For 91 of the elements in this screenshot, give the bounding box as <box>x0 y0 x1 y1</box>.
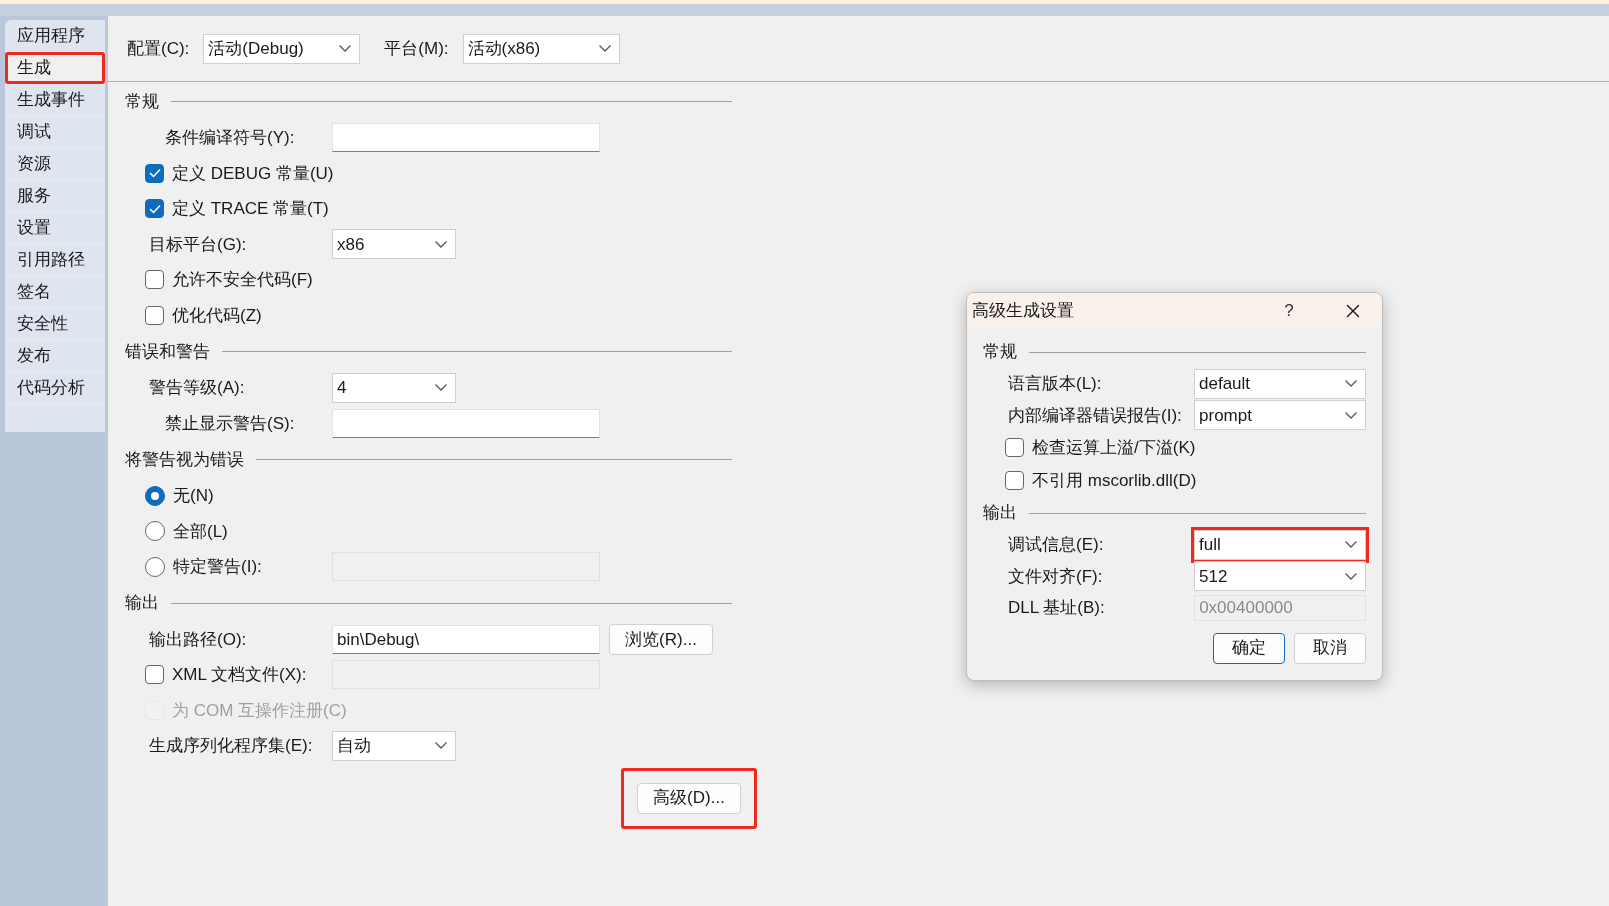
dropdown[interactable]: default <box>1194 368 1366 399</box>
field-label: 定义 TRACE 常量(T) <box>172 198 329 220</box>
field-label: 内部编译器错误报告(I): <box>1008 405 1182 425</box>
dropdown[interactable]: prompt <box>1194 400 1366 431</box>
help-button[interactable]: ? <box>1274 297 1304 324</box>
field-label: 为 COM 互操作注册(C) <box>172 699 347 722</box>
dropdown-value: default <box>1199 373 1251 395</box>
radio-button[interactable] <box>145 556 165 577</box>
sidebar-tab[interactable]: 安全性 <box>5 308 105 340</box>
field-label: DLL 基址(B): <box>1008 598 1105 617</box>
field-label: 配置(C): <box>127 37 190 60</box>
field-label: 目标平台(G): <box>149 234 247 254</box>
dropdown[interactable]: 活动(x86) <box>462 33 620 64</box>
chevron-down-icon <box>598 45 611 52</box>
field-label: 文件对齐(F): <box>1008 566 1103 586</box>
chevron-down-icon <box>1345 541 1357 549</box>
chevron-down-icon <box>1345 411 1357 419</box>
radio-button[interactable] <box>145 485 165 506</box>
sidebar-tab[interactable]: 生成事件 <box>5 84 105 116</box>
field-label: 输出路径(O): <box>149 629 247 649</box>
sidebar-tab[interactable]: 调试 <box>5 116 105 148</box>
dropdown[interactable]: 自动 <box>332 730 456 761</box>
dropdown-value: full <box>1199 534 1221 556</box>
sidebar-tab[interactable]: 服务 <box>5 180 105 212</box>
sidebar-tab[interactable]: 引用路径 <box>5 244 105 276</box>
section-heading: 错误和警告 <box>125 340 210 363</box>
checkbox[interactable] <box>145 305 164 325</box>
field-value: bin\Debug\ <box>337 628 420 651</box>
sidebar-tab[interactable]: 生成 <box>5 52 105 84</box>
field-label: 语言版本(L): <box>1008 374 1102 393</box>
dropdown-value: 活动(x86) <box>467 37 541 60</box>
radio-button[interactable] <box>145 521 165 542</box>
checkbox[interactable] <box>1005 471 1024 490</box>
checkbox[interactable] <box>145 270 164 290</box>
dropdown-value: x86 <box>337 233 365 256</box>
chevron-down-icon <box>435 742 447 750</box>
browse-button[interactable]: 浏览(R)... <box>609 623 713 655</box>
field-label: 警告等级(A): <box>149 378 245 397</box>
field-label: 平台(M): <box>384 37 449 60</box>
field-label: 禁止显示警告(S): <box>165 413 295 433</box>
chevron-down-icon <box>1345 380 1357 388</box>
checkbox[interactable] <box>145 665 164 685</box>
dialog-button[interactable]: 确定 <box>1213 632 1285 664</box>
dropdown[interactable]: 512 <box>1194 561 1366 592</box>
dropdown[interactable]: full <box>1194 529 1366 560</box>
field-label: 无(N) <box>173 485 214 507</box>
field-value: 0x00400000 <box>1199 597 1293 619</box>
sidebar-tab[interactable]: 发布 <box>5 340 105 372</box>
section-heading: 将警告视为错误 <box>125 448 244 471</box>
dialog-button[interactable]: 取消 <box>1294 632 1366 664</box>
text-field[interactable] <box>332 123 600 153</box>
sidebar-tab[interactable]: 签名 <box>5 276 105 308</box>
checkbox[interactable] <box>1005 438 1024 457</box>
field-label: 检查运算上溢/下溢(K) <box>1032 436 1196 459</box>
checkbox[interactable] <box>145 199 164 219</box>
field-label: 条件编译符号(Y): <box>165 128 295 147</box>
section-heading: 输出 <box>125 592 159 615</box>
field-label: 生成序列化程序集(E): <box>149 736 313 755</box>
text-field[interactable]: bin\Debug\ <box>332 624 600 654</box>
section-heading: 常规 <box>125 90 159 113</box>
section-heading: 常规 <box>983 341 1017 364</box>
section-heading: 输出 <box>983 502 1017 525</box>
chevron-down-icon <box>339 45 352 52</box>
chevron-down-icon <box>435 384 447 392</box>
sidebar-tab[interactable]: 代码分析 <box>5 372 105 404</box>
dropdown[interactable]: 4 <box>332 372 456 403</box>
dropdown[interactable]: 活动(Debug) <box>203 33 361 64</box>
checkmark-icon <box>148 203 161 214</box>
sidebar-tab[interactable]: 设置 <box>5 212 105 244</box>
field-label: 调试信息(E): <box>1008 535 1104 554</box>
field-label: 全部(L) <box>173 520 228 543</box>
dialog-title: 高级生成设置 <box>972 299 1075 322</box>
field-label: 特定警告(I): <box>173 556 262 578</box>
sidebar-tab[interactable]: 资源 <box>5 148 105 180</box>
field-label: 不引用 mscorlib.dll(D) <box>1032 469 1197 492</box>
field-label: 优化代码(Z) <box>172 304 262 327</box>
dropdown-value: prompt <box>1199 404 1252 427</box>
field-label: XML 文档文件(X): <box>172 664 307 686</box>
field-label: 允许不安全代码(F) <box>172 269 313 291</box>
dropdown-value: 活动(Debug) <box>208 37 304 60</box>
dropdown-value: 自动 <box>337 735 371 757</box>
advanced-button[interactable]: 高级(D)... <box>637 782 741 814</box>
dropdown-value: 4 <box>337 377 347 399</box>
checkmark-icon <box>148 168 161 179</box>
chevron-down-icon <box>1345 572 1357 580</box>
chevron-down-icon <box>435 240 447 248</box>
field-label: 定义 DEBUG 常量(U) <box>172 162 334 185</box>
dropdown[interactable]: x86 <box>332 229 456 260</box>
checkbox[interactable] <box>145 163 164 183</box>
dropdown-value: 512 <box>1199 565 1228 588</box>
text-field[interactable] <box>332 408 600 438</box>
